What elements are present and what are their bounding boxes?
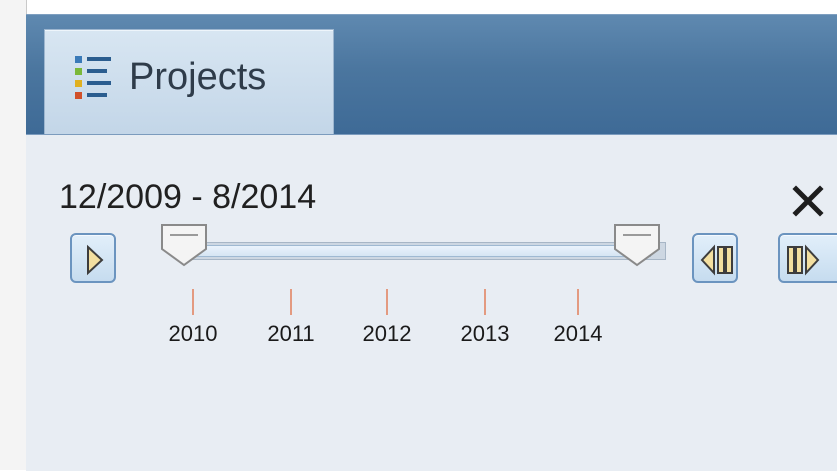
time-slider-panel: 12/2009 - 8/2014 2010 2011 2012 2013 201… xyxy=(26,134,837,471)
year-tick xyxy=(484,289,486,315)
step-forward-button[interactable] xyxy=(778,233,837,283)
left-edge xyxy=(0,0,27,470)
year-tick xyxy=(577,289,579,315)
play-icon xyxy=(87,244,104,276)
start-handle[interactable] xyxy=(156,221,212,269)
year-label-2014: 2014 xyxy=(553,321,603,346)
time-slider-range xyxy=(193,245,651,257)
step-back-icon xyxy=(700,244,733,276)
year-tick xyxy=(290,289,292,315)
header-bar: Projects xyxy=(26,14,837,135)
year-label-2011: 2011 xyxy=(267,321,315,346)
year-label-2013: 2013 xyxy=(460,321,510,346)
list-icon xyxy=(75,56,111,99)
year-tick xyxy=(192,289,194,315)
tab-projects[interactable]: Projects xyxy=(44,29,334,134)
tab-label: Projects xyxy=(129,56,267,98)
year-label-2012: 2012 xyxy=(362,321,412,346)
close-icon[interactable] xyxy=(788,181,828,221)
date-range-label: 12/2009 - 8/2014 xyxy=(59,178,317,216)
step-back-button[interactable] xyxy=(692,233,738,283)
play-button[interactable] xyxy=(70,233,116,283)
time-slider-track[interactable] xyxy=(176,242,666,260)
year-label-2010: 2010 xyxy=(168,321,218,346)
year-tick xyxy=(386,289,388,315)
end-handle[interactable] xyxy=(609,221,665,269)
step-forward-icon xyxy=(787,244,820,276)
